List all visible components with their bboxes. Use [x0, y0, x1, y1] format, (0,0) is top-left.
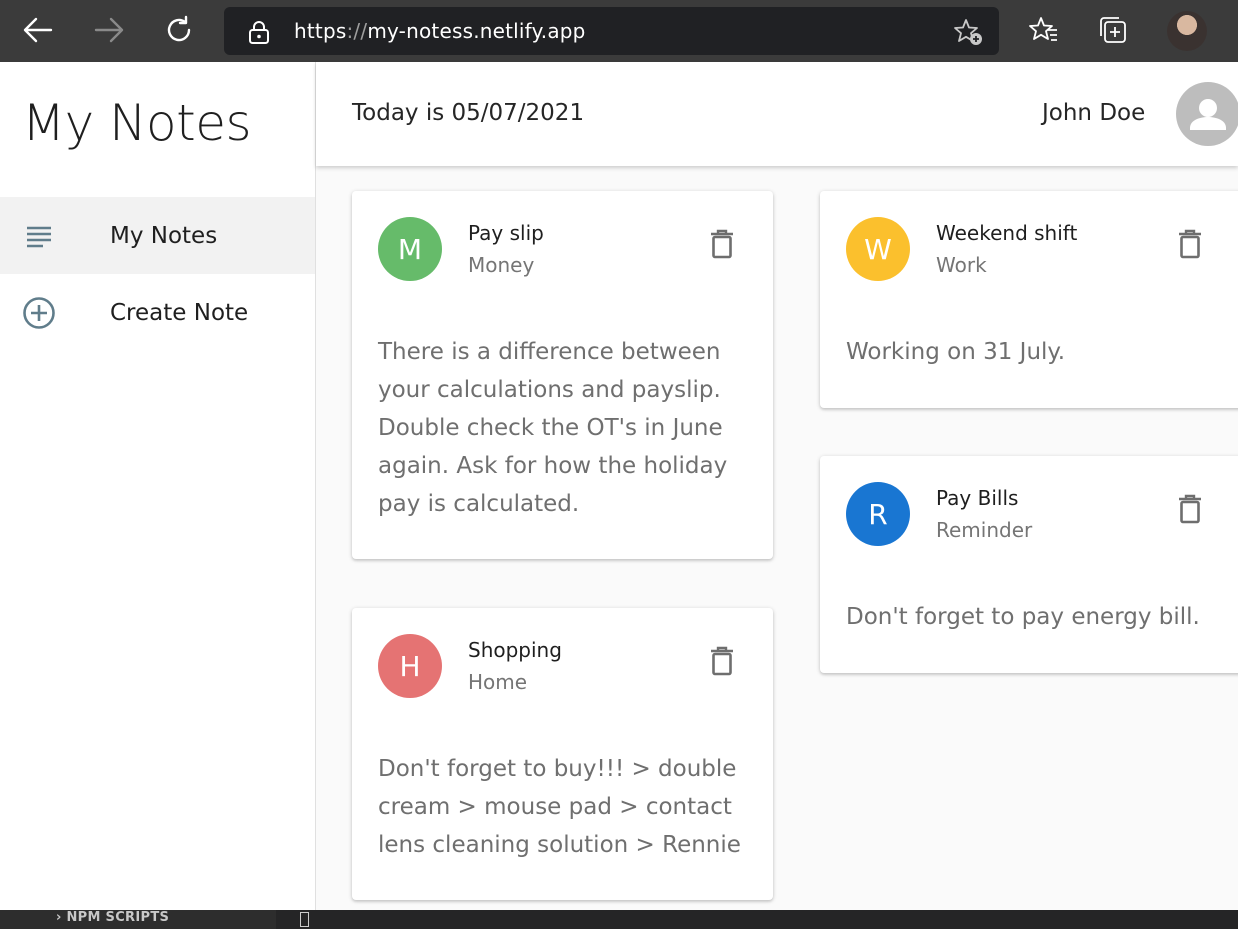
trash-icon	[711, 646, 733, 676]
trash-icon	[1179, 494, 1201, 524]
refresh-button[interactable]	[163, 14, 195, 46]
subject-icon	[22, 219, 56, 253]
notes-grid: M Pay slip Money There is a difference b…	[316, 166, 1238, 910]
app-title: My Notes	[22, 94, 252, 152]
add-circle-outline-icon	[22, 296, 56, 330]
arrow-right-icon	[94, 17, 124, 43]
sidebar-item-label: Create Note	[110, 299, 249, 326]
note-category: Money	[468, 253, 535, 277]
note-card[interactable]: H Shopping Home Don't forget to buy!!! >…	[352, 608, 773, 900]
back-button[interactable]	[22, 14, 54, 46]
note-avatar: M	[378, 217, 442, 281]
collections-icon[interactable]	[1099, 16, 1129, 46]
user-avatar[interactable]	[1176, 82, 1238, 146]
npm-scripts-label[interactable]: › NPM SCRIPTS	[56, 910, 169, 925]
sidebar-item-my-notes[interactable]: My Notes	[0, 197, 315, 274]
note-title: Pay slip	[468, 221, 544, 245]
sidebar: My Notes My Notes Create Note	[0, 62, 316, 910]
note-avatar: H	[378, 634, 442, 698]
note-body: Don't forget to pay energy bill.	[846, 604, 1200, 630]
browser-toolbar: https://my-notess.netlify.app	[0, 0, 1238, 62]
app-header: Today is 05/07/2021 John Doe	[316, 62, 1238, 166]
sidebar-item-create-note[interactable]: Create Note	[0, 274, 315, 351]
favorites-icon[interactable]	[1029, 16, 1059, 44]
note-body: Don't forget to buy!!! > double cream > …	[378, 756, 741, 858]
user-name: John Doe	[1042, 100, 1146, 126]
add-favorite-star-icon[interactable]	[953, 18, 983, 46]
editor-status-strip: › NPM SCRIPTS	[0, 910, 1238, 929]
browser-profile-avatar[interactable]	[1167, 11, 1207, 51]
note-avatar: R	[846, 482, 910, 546]
trash-icon	[711, 229, 733, 259]
note-card[interactable]: R Pay Bills Reminder Don't forget to pay…	[820, 456, 1238, 673]
trash-icon	[1179, 229, 1201, 259]
person-icon	[1190, 99, 1226, 130]
npm-scripts-panel: › NPM SCRIPTS	[0, 910, 276, 929]
note-body: There is a difference between your calcu…	[378, 339, 728, 517]
forward-button[interactable]	[93, 14, 125, 46]
note-card[interactable]: M Pay slip Money There is a difference b…	[352, 191, 773, 559]
note-title: Shopping	[468, 638, 562, 662]
note-title: Pay Bills	[936, 486, 1019, 510]
delete-note-button[interactable]	[708, 227, 736, 261]
lock-icon[interactable]	[248, 20, 270, 44]
delete-note-button[interactable]	[708, 644, 736, 678]
arrow-left-icon	[23, 17, 53, 43]
note-card[interactable]: W Weekend shift Work Working on 31 July.	[820, 191, 1238, 408]
note-category: Work	[936, 253, 987, 277]
delete-note-button[interactable]	[1176, 227, 1204, 261]
note-title: Weekend shift	[936, 221, 1078, 245]
refresh-icon	[167, 15, 191, 42]
note-avatar: W	[846, 217, 910, 281]
sidebar-item-label: My Notes	[110, 222, 218, 249]
text-cursor	[300, 912, 309, 927]
address-bar[interactable]: https://my-notess.netlify.app	[224, 7, 999, 55]
note-category: Home	[468, 670, 528, 694]
url-text[interactable]: https://my-notess.netlify.app	[294, 19, 586, 43]
delete-note-button[interactable]	[1176, 492, 1204, 526]
today-date: Today is 05/07/2021	[352, 100, 585, 126]
note-category: Reminder	[936, 518, 1033, 542]
note-body: Working on 31 July.	[846, 339, 1066, 365]
